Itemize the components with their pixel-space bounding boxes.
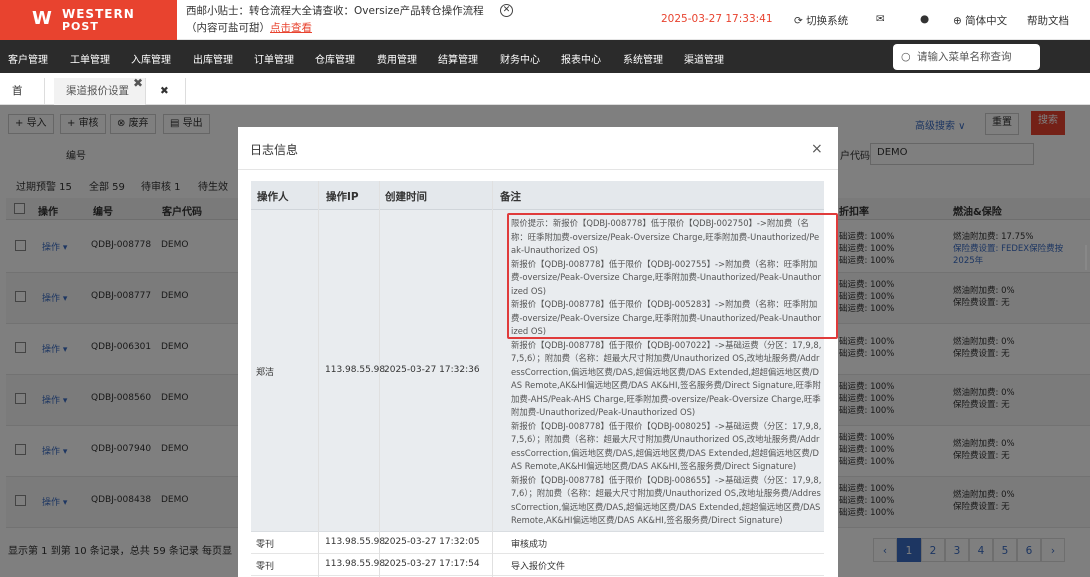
log-time: 2025-03-27 17:32:05	[384, 537, 480, 547]
nav-item[interactable]: 费用管理	[377, 51, 417, 66]
log-info-modal: 日志信息 × 操作人 操作IP 创建时间 备注 郑洁 113.98.55.98 …	[238, 127, 838, 577]
log-remark: 审核成功	[511, 540, 548, 550]
language-button[interactable]: ⊕ 简体中文	[953, 13, 1007, 28]
tab-channel-quote[interactable]: 渠道报价设置 ✖	[54, 76, 146, 105]
close-icon[interactable]: ✖	[133, 70, 143, 97]
col-operator: 操作人	[257, 191, 289, 203]
page-scrollbar[interactable]	[1085, 245, 1087, 270]
col-created-time: 创建时间	[385, 191, 427, 203]
tab-home[interactable]: 首页	[0, 78, 45, 124]
user-icon[interactable]: ●	[920, 13, 929, 25]
nav-item[interactable]: 工单管理	[70, 51, 110, 66]
nav-item[interactable]: 报表中心	[561, 51, 601, 66]
mail-icon[interactable]: ✉	[876, 13, 885, 25]
nav-item[interactable]: 订单管理	[254, 51, 294, 66]
log-ip: 113.98.55.98	[325, 559, 386, 569]
log-time: 2025-03-27 17:32:36	[384, 365, 480, 375]
nav-item[interactable]: 客户管理	[8, 51, 48, 66]
tab-label: 渠道报价设置	[66, 85, 129, 97]
switch-system-button[interactable]: ⟳ 切换系统	[794, 13, 848, 28]
tip-subtext: （内容可盐可甜）	[186, 22, 270, 34]
tip-close-icon[interactable]: ✕	[500, 4, 513, 17]
language-label: 简体中文	[965, 15, 1008, 27]
log-table-header: 操作人 操作IP 创建时间 备注	[251, 181, 824, 210]
log-ip: 113.98.55.98	[325, 365, 386, 375]
tip-banner: 西邮小贴士：转仓流程大全请查收：Oversize产品转仓操作流程 （内容可盐可甜…	[186, 3, 484, 37]
column-divider	[379, 181, 380, 577]
nav-item[interactable]: 结算管理	[438, 51, 478, 66]
close-all-tabs-icon[interactable]: ✖	[148, 78, 186, 105]
log-row: 郑洁 113.98.55.98 2025-03-27 17:32:36 限价提示…	[251, 210, 838, 532]
log-operator: 零刊	[256, 562, 275, 572]
log-row: 零刊 113.98.55.98 2025-03-27 17:17:54 导入报价…	[251, 554, 824, 576]
column-divider	[318, 181, 319, 577]
search-icon: ○	[901, 50, 911, 63]
log-ip: 113.98.55.98	[325, 537, 386, 547]
switch-system-label: 切换系统	[806, 15, 849, 27]
highlight-box	[507, 213, 838, 339]
remark-line: 新报价【QDBJ-008778】低于限价【QDBJ-008025】->基础运费（…	[511, 420, 822, 472]
menu-search-input[interactable]: ○ 请输入菜单名称查询	[893, 44, 1040, 70]
globe-icon: ⊕	[953, 15, 966, 27]
log-operator: 零刊	[256, 540, 275, 550]
nav-item[interactable]: 财务中心	[500, 51, 540, 66]
help-docs-link[interactable]: 帮助文档	[1027, 13, 1069, 28]
modal-divider	[238, 169, 838, 170]
nav-item[interactable]: 渠道管理	[684, 51, 724, 66]
log-remark: 导入报价文件	[511, 562, 566, 572]
logo-text-line2: POST	[62, 20, 99, 33]
remark-line: 新报价【QDBJ-008778】低于限价【QDBJ-008655】->基础运费（…	[511, 474, 822, 526]
modal-title: 日志信息	[250, 143, 299, 157]
col-remark: 备注	[500, 191, 521, 203]
current-datetime: 2025-03-27 17:33:41	[661, 13, 773, 25]
nav-item[interactable]: 系统管理	[623, 51, 663, 66]
nav-item[interactable]: 入库管理	[131, 51, 171, 66]
log-row: 零刊 113.98.55.98 2025-03-27 17:32:05 审核成功	[251, 532, 824, 554]
refresh-icon: ⟳	[794, 15, 807, 27]
menu-search-placeholder: 请输入菜单名称查询	[917, 51, 1012, 63]
logo-text-line1: WESTERN	[62, 7, 135, 21]
col-ip: 操作IP	[326, 191, 359, 203]
column-divider	[492, 181, 493, 577]
log-time: 2025-03-27 17:17:54	[384, 559, 480, 569]
close-icon[interactable]: ×	[811, 141, 823, 157]
brand-logo[interactable]: W WESTERN POST	[0, 0, 177, 40]
page-tabs: 首页 渠道报价设置✖ ✖	[0, 76, 1090, 124]
nav-item[interactable]: 仓库管理	[315, 51, 355, 66]
remark-line: 新报价【QDBJ-008778】低于限价【QDBJ-007022】->基础运费（…	[511, 339, 822, 418]
top-bar: W WESTERN POST 西邮小贴士：转仓流程大全请查收：Oversize产…	[0, 0, 1090, 40]
logo-mark: W	[32, 8, 52, 29]
tip-link[interactable]: 点击查看	[270, 22, 312, 34]
nav-item[interactable]: 出库管理	[193, 51, 233, 66]
log-operator: 郑洁	[256, 368, 275, 378]
tip-text: 西邮小贴士：转仓流程大全请查收：Oversize产品转仓操作流程	[186, 5, 484, 17]
